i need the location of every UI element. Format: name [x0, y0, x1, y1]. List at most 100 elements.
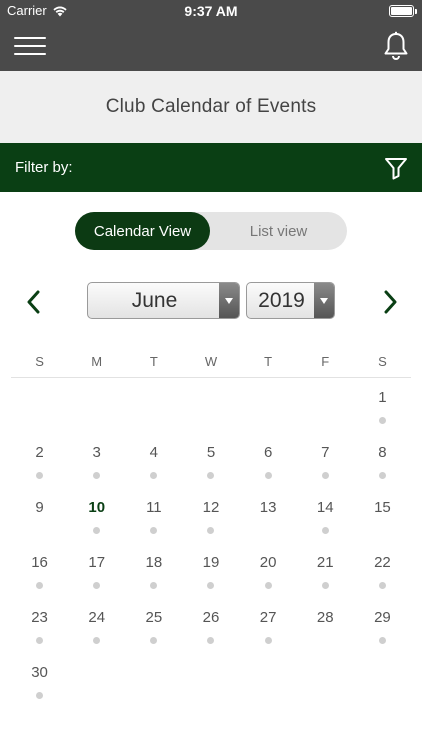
day-number: 11 — [146, 499, 162, 516]
calendar-day-cell[interactable]: 21 — [297, 543, 354, 598]
hamburger-menu-icon[interactable] — [14, 34, 46, 58]
calendar-day-cell[interactable]: 8 — [354, 433, 411, 488]
empty-day-cell — [240, 378, 297, 433]
calendar-grid: 1 2 3 4 5 6 7 8 9 10 11 12 13 14 15 16 17 18 19 20 21 22 23 24 2… — [11, 378, 411, 708]
day-number: 1 — [378, 389, 387, 406]
calendar-day-cell[interactable]: 18 — [125, 543, 182, 598]
month-select[interactable]: June — [87, 282, 240, 319]
weekday-label: M — [91, 354, 103, 369]
empty-day-cell — [297, 653, 354, 708]
day-number: 27 — [259, 609, 277, 626]
event-indicator-dot — [207, 527, 215, 534]
calendar-day-cell[interactable]: 26 — [182, 598, 239, 653]
dropdown-caret-icon — [219, 283, 239, 318]
calendar-day-cell[interactable]: 1 — [354, 378, 411, 433]
day-number: 17 — [88, 554, 106, 571]
calendar-day-cell[interactable]: 10 — [68, 488, 125, 543]
calendar-day-cell[interactable]: 19 — [182, 543, 239, 598]
event-indicator-dot — [207, 637, 215, 644]
day-number: 14 — [316, 499, 334, 516]
bell-icon[interactable] — [383, 31, 409, 61]
event-indicator-dot — [93, 637, 101, 644]
event-indicator-dot — [378, 472, 386, 479]
day-number: 8 — [378, 444, 387, 461]
event-indicator-dot — [36, 472, 44, 479]
filter-funnel-icon[interactable] — [384, 156, 408, 180]
day-number: 25 — [145, 609, 163, 626]
filter-bar[interactable]: Filter by: — [0, 143, 422, 192]
calendar-day-cell[interactable]: 2 — [11, 433, 68, 488]
weekday-label: W — [204, 354, 218, 369]
calendar-day-cell[interactable]: 5 — [182, 433, 239, 488]
day-number: 28 — [316, 609, 334, 626]
view-toggle: Calendar View List view — [75, 212, 347, 250]
calendar-day-cell[interactable]: 3 — [68, 433, 125, 488]
day-number: 5 — [206, 444, 216, 461]
weekday-label: F — [321, 354, 330, 369]
calendar-day-cell[interactable]: 4 — [125, 433, 182, 488]
weekday-label: S — [35, 354, 44, 369]
day-number: 15 — [374, 499, 391, 516]
day-number: 18 — [145, 554, 163, 571]
calendar-week-row: 2 3 4 5 6 7 8 — [11, 433, 411, 488]
empty-day-cell — [182, 378, 239, 433]
list-view-tab[interactable]: List view — [210, 212, 347, 250]
event-indicator-dot — [378, 417, 386, 424]
calendar-day-cell[interactable]: 22 — [354, 543, 411, 598]
event-indicator-dot — [93, 582, 101, 589]
empty-day-cell — [68, 653, 125, 708]
day-number: 12 — [202, 499, 220, 516]
calendar-day-cell[interactable]: 15 — [354, 488, 411, 543]
title-band: Club Calendar of Events — [0, 71, 422, 143]
calendar-day-cell[interactable]: 23 — [11, 598, 68, 653]
calendar-day-cell[interactable]: 6 — [240, 433, 297, 488]
calendar-day-cell[interactable]: 28 — [297, 598, 354, 653]
calendar-day-cell[interactable]: 17 — [68, 543, 125, 598]
month-navigation: June 2019 — [0, 282, 422, 320]
day-number: 2 — [35, 444, 44, 461]
calendar-day-cell[interactable]: 30 — [11, 653, 68, 708]
event-indicator-dot — [321, 472, 329, 479]
event-indicator-dot — [207, 472, 215, 479]
calendar-day-cell[interactable]: 27 — [240, 598, 297, 653]
calendar-day-cell[interactable]: 13 — [240, 488, 297, 543]
year-select-value: 2019 — [258, 289, 305, 312]
calendar-day-cell[interactable]: 29 — [354, 598, 411, 653]
event-indicator-dot — [321, 582, 329, 589]
calendar-day-cell[interactable]: 7 — [297, 433, 354, 488]
calendar-week-row: 9 10 11 12 13 14 15 — [11, 488, 411, 543]
day-number: 6 — [263, 444, 273, 461]
day-number: 7 — [321, 444, 330, 461]
calendar-day-cell[interactable]: 9 — [11, 488, 68, 543]
day-number: 21 — [316, 554, 334, 571]
event-indicator-dot — [264, 472, 272, 479]
calendar-day-cell[interactable]: 24 — [68, 598, 125, 653]
previous-month-chevron-icon[interactable] — [24, 290, 44, 314]
calendar-day-cell[interactable]: 11 — [125, 488, 182, 543]
event-indicator-dot — [150, 472, 158, 479]
day-number: 13 — [259, 499, 277, 516]
day-number: 20 — [259, 554, 277, 571]
event-indicator-dot — [93, 527, 101, 534]
next-month-chevron-icon[interactable] — [380, 290, 400, 314]
calendar-day-cell[interactable]: 20 — [240, 543, 297, 598]
calendar-week-row: 16 17 18 19 20 21 22 — [11, 543, 411, 598]
empty-day-cell — [68, 378, 125, 433]
year-select[interactable]: 2019 — [246, 282, 335, 319]
event-indicator-dot — [36, 637, 44, 644]
day-number: 30 — [31, 664, 48, 681]
day-number: 26 — [202, 609, 220, 626]
day-number: 19 — [202, 554, 220, 571]
empty-day-cell — [240, 653, 297, 708]
calendar-day-cell[interactable]: 25 — [125, 598, 182, 653]
top-bar: Carrier 9:37 AM — [0, 0, 422, 71]
day-number: 3 — [92, 444, 101, 461]
calendar-day-cell[interactable]: 16 — [11, 543, 68, 598]
event-indicator-dot — [150, 582, 158, 589]
calendar-day-cell[interactable]: 12 — [182, 488, 239, 543]
empty-day-cell — [354, 653, 411, 708]
day-number: 22 — [374, 554, 391, 571]
calendar-view-tab[interactable]: Calendar View — [75, 212, 210, 250]
calendar-day-cell[interactable]: 14 — [297, 488, 354, 543]
day-number: 23 — [31, 609, 48, 626]
